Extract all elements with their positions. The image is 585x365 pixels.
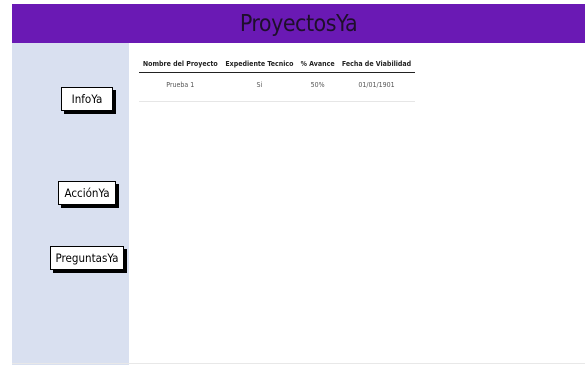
main-content: Nombre del Proyecto Expediente Tecnico %…	[129, 43, 585, 365]
projects-table: Nombre del Proyecto Expediente Tecnico %…	[139, 55, 415, 102]
column-header-viability-date: Fecha de Viabilidad	[338, 55, 415, 73]
column-header-technical-file: Expediente Tecnico	[221, 55, 298, 73]
table-header-row: Nombre del Proyecto Expediente Tecnico %…	[139, 55, 415, 73]
cell-viability-date: 01/01/1901	[338, 72, 415, 102]
column-header-progress: % Avance	[297, 55, 339, 73]
preguntasya-button[interactable]: PreguntasYa	[50, 246, 124, 270]
sidebar: InfoYa AcciónYa PreguntasYa	[12, 43, 129, 365]
cell-project-name: Prueba 1	[139, 72, 222, 102]
infoya-button[interactable]: InfoYa	[61, 87, 113, 111]
app-header: ProyectosYa	[12, 4, 585, 43]
accionya-button[interactable]: AcciónYa	[58, 181, 116, 205]
table-row: Prueba 1 Si 50% 01/01/1901	[139, 72, 415, 102]
app-window: ProyectosYa InfoYa AcciónYa PreguntasYa …	[12, 4, 585, 365]
column-header-project-name: Nombre del Proyecto	[139, 55, 222, 73]
bottom-divider	[12, 363, 585, 364]
app-title: ProyectosYa	[239, 10, 358, 37]
cell-progress: 50%	[297, 72, 339, 102]
cell-technical-file: Si	[221, 72, 298, 102]
